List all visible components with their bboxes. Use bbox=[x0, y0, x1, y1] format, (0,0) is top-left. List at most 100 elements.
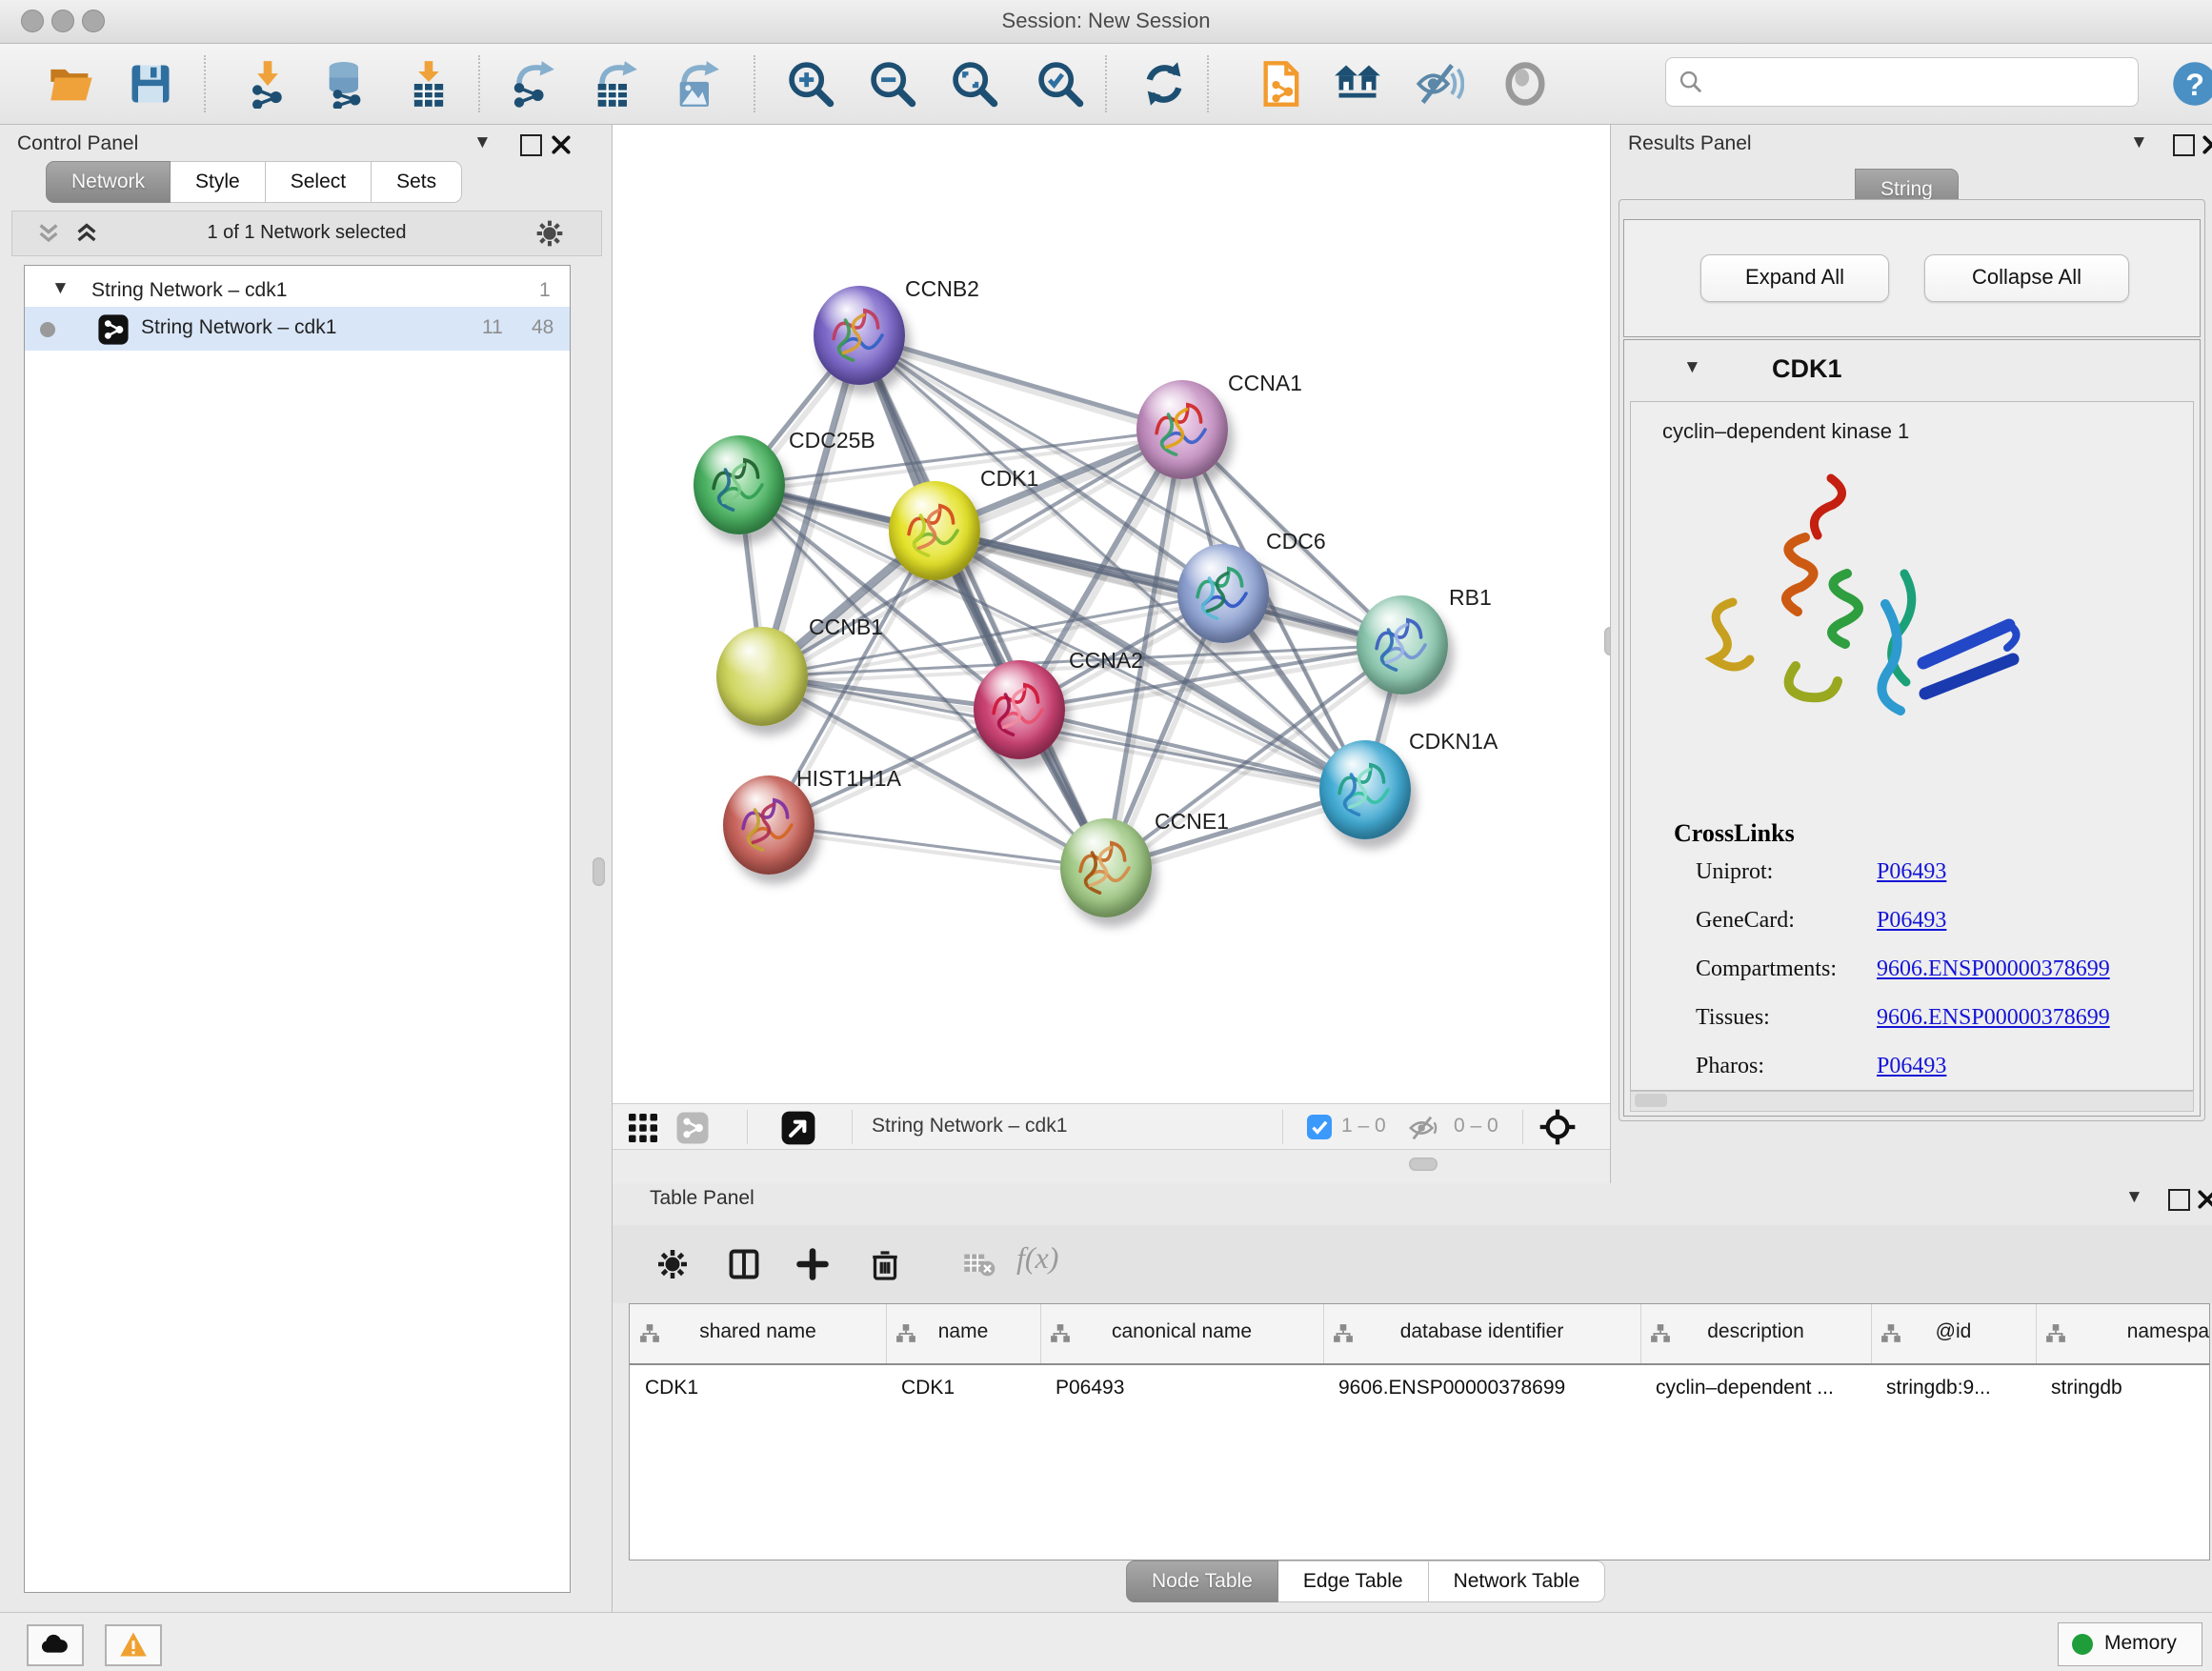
export-table-icon[interactable] bbox=[590, 59, 639, 109]
network-view-icon[interactable] bbox=[675, 1111, 710, 1145]
protein-structure-thumbnail bbox=[814, 286, 905, 385]
warning-status-button[interactable] bbox=[105, 1624, 162, 1666]
column-header-namespace[interactable]: namespace bbox=[2036, 1304, 2210, 1363]
search-input[interactable] bbox=[1712, 62, 2125, 100]
network-node-CCNB1[interactable] bbox=[716, 627, 808, 726]
crosslink-link[interactable]: P06493 bbox=[1877, 859, 1946, 885]
network-node-CDK1[interactable] bbox=[889, 481, 980, 580]
close-panel-icon[interactable] bbox=[2202, 134, 2212, 155]
zoom-in-icon[interactable] bbox=[786, 59, 835, 109]
table-settings-gear-icon[interactable] bbox=[655, 1247, 690, 1281]
import-database-icon[interactable] bbox=[321, 59, 371, 109]
memory-button[interactable]: Memory bbox=[2058, 1622, 2202, 1666]
crosslink-link[interactable]: P06493 bbox=[1877, 1054, 1946, 1079]
float-panel-icon[interactable]: ▼ bbox=[2130, 132, 2148, 153]
delete-column-icon[interactable] bbox=[868, 1247, 902, 1281]
crosslink-link[interactable]: 9606.ENSP00000378699 bbox=[1877, 1005, 2110, 1031]
close-panel-icon[interactable] bbox=[551, 134, 572, 155]
splitter-handle[interactable] bbox=[1409, 1158, 1438, 1171]
table-cell[interactable]: stringdb bbox=[2036, 1363, 2210, 1417]
zoom-selected-icon[interactable] bbox=[1036, 59, 1085, 109]
column-header-description[interactable]: description bbox=[1640, 1304, 1872, 1363]
float-panel-icon[interactable]: ▼ bbox=[473, 132, 492, 153]
column-header-canonical-name[interactable]: canonical name bbox=[1040, 1304, 1324, 1363]
table-cell[interactable]: cyclin–dependent ... bbox=[1640, 1363, 1871, 1417]
tree-expander-icon[interactable]: ▼ bbox=[51, 278, 70, 299]
collapse-all-button[interactable]: Collapse All bbox=[1924, 254, 2129, 302]
tab-select[interactable]: Select bbox=[266, 161, 372, 203]
import-table-icon[interactable] bbox=[404, 59, 453, 109]
tab-edge-table[interactable]: Edge Table bbox=[1278, 1560, 1429, 1602]
gene-entry-header[interactable]: ▼ CDK1 bbox=[1624, 340, 2200, 399]
network-tree-item-row[interactable]: String Network – cdk1 11 48 bbox=[25, 307, 570, 351]
crosslink-link[interactable]: P06493 bbox=[1877, 908, 1946, 934]
toolbar-separator bbox=[478, 55, 480, 112]
network-node-CCNA2[interactable] bbox=[974, 660, 1065, 759]
tab-network-table[interactable]: Network Table bbox=[1429, 1560, 1606, 1602]
tab-style[interactable]: Style bbox=[171, 161, 266, 203]
save-session-icon[interactable] bbox=[126, 59, 175, 109]
tab-sets[interactable]: Sets bbox=[372, 161, 462, 203]
tab-network[interactable]: Network bbox=[46, 161, 171, 203]
gene-entry-content: cyclin–dependent kinase 1 bbox=[1630, 401, 2194, 1091]
column-header-name[interactable]: name bbox=[886, 1304, 1041, 1363]
node-label-CDK1: CDK1 bbox=[980, 466, 1038, 492]
column-header-@id[interactable]: @id bbox=[1871, 1304, 2037, 1363]
selection-status: 1 of 1 Network selected bbox=[12, 222, 601, 244]
toolbar-separator bbox=[1282, 1110, 1283, 1144]
table-cell[interactable]: CDK1 bbox=[886, 1363, 1040, 1417]
network-node-CCNB2[interactable] bbox=[814, 286, 905, 385]
float-panel-icon[interactable]: ▼ bbox=[2125, 1187, 2143, 1208]
cloud-status-button[interactable] bbox=[27, 1624, 84, 1666]
help-icon[interactable]: ? bbox=[2170, 59, 2212, 109]
maximize-panel-icon[interactable] bbox=[2173, 134, 2195, 156]
birds-eye-view-icon[interactable] bbox=[780, 1110, 816, 1146]
network-node-CDC25B[interactable] bbox=[694, 435, 785, 534]
left-splitter-handle[interactable] bbox=[593, 857, 605, 886]
network-node-CDKN1A[interactable] bbox=[1319, 740, 1411, 839]
zoom-fit-icon[interactable] bbox=[950, 59, 999, 109]
grid-view-icon[interactable] bbox=[626, 1111, 660, 1145]
edge-shadow bbox=[773, 832, 1110, 875]
hide-selected-icon[interactable] bbox=[1415, 59, 1464, 109]
crosslink-link[interactable]: 9606.ENSP00000378699 bbox=[1877, 956, 2110, 982]
show-columns-icon[interactable] bbox=[727, 1247, 761, 1281]
network-node-CCNA1[interactable] bbox=[1136, 380, 1228, 479]
network-canvas[interactable]: CCNB2CCNA1CDC25BCDK1CDC6RB1CCNB1CCNA2CDK… bbox=[613, 125, 1610, 1103]
gene-symbol: CDK1 bbox=[1772, 354, 1842, 384]
scrollbar-thumb[interactable] bbox=[1635, 1094, 1667, 1107]
selected-nodes-checkbox[interactable] bbox=[1307, 1115, 1332, 1139]
gear-icon[interactable] bbox=[534, 218, 565, 249]
column-header-database-identifier[interactable]: database identifier bbox=[1323, 1304, 1641, 1363]
column-header-shared-name[interactable]: shared name bbox=[630, 1304, 887, 1363]
table-cell[interactable]: P06493 bbox=[1040, 1363, 1323, 1417]
table-cell[interactable]: CDK1 bbox=[630, 1363, 886, 1417]
home-icon[interactable] bbox=[1333, 59, 1382, 109]
tab-node-table[interactable]: Node Table bbox=[1126, 1560, 1278, 1602]
collapse-entry-icon[interactable]: ▼ bbox=[1683, 357, 1701, 378]
export-network-icon[interactable] bbox=[507, 59, 556, 109]
panel-splitter[interactable] bbox=[613, 1149, 1610, 1184]
maximize-panel-icon[interactable] bbox=[2168, 1189, 2190, 1211]
table-cell[interactable]: 9606.ENSP00000378699 bbox=[1323, 1363, 1640, 1417]
fit-content-crosshair-icon[interactable] bbox=[1538, 1108, 1577, 1146]
refresh-icon[interactable] bbox=[1139, 59, 1189, 109]
results-hscrollbar[interactable] bbox=[1630, 1091, 2194, 1112]
open-file-network-icon[interactable] bbox=[1257, 59, 1307, 109]
network-node-CDC6[interactable] bbox=[1177, 544, 1269, 643]
close-panel-icon[interactable] bbox=[2197, 1189, 2212, 1210]
open-session-icon[interactable] bbox=[47, 59, 96, 109]
export-image-icon[interactable] bbox=[672, 59, 721, 109]
network-node-CCNE1[interactable] bbox=[1060, 818, 1152, 917]
node-count: 11 bbox=[482, 316, 503, 339]
network-node-RB1[interactable] bbox=[1357, 595, 1448, 695]
node-label-CCNA1: CCNA1 bbox=[1228, 371, 1302, 396]
zoom-out-icon[interactable] bbox=[868, 59, 917, 109]
collection-count: 1 bbox=[539, 279, 551, 302]
maximize-panel-icon[interactable] bbox=[520, 134, 542, 156]
add-column-icon[interactable] bbox=[795, 1247, 830, 1281]
import-network-icon[interactable] bbox=[243, 59, 292, 109]
expand-all-button[interactable]: Expand All bbox=[1700, 254, 1889, 302]
show-all-icon[interactable] bbox=[1500, 59, 1550, 109]
table-cell[interactable]: stringdb:9... bbox=[1871, 1363, 2036, 1417]
